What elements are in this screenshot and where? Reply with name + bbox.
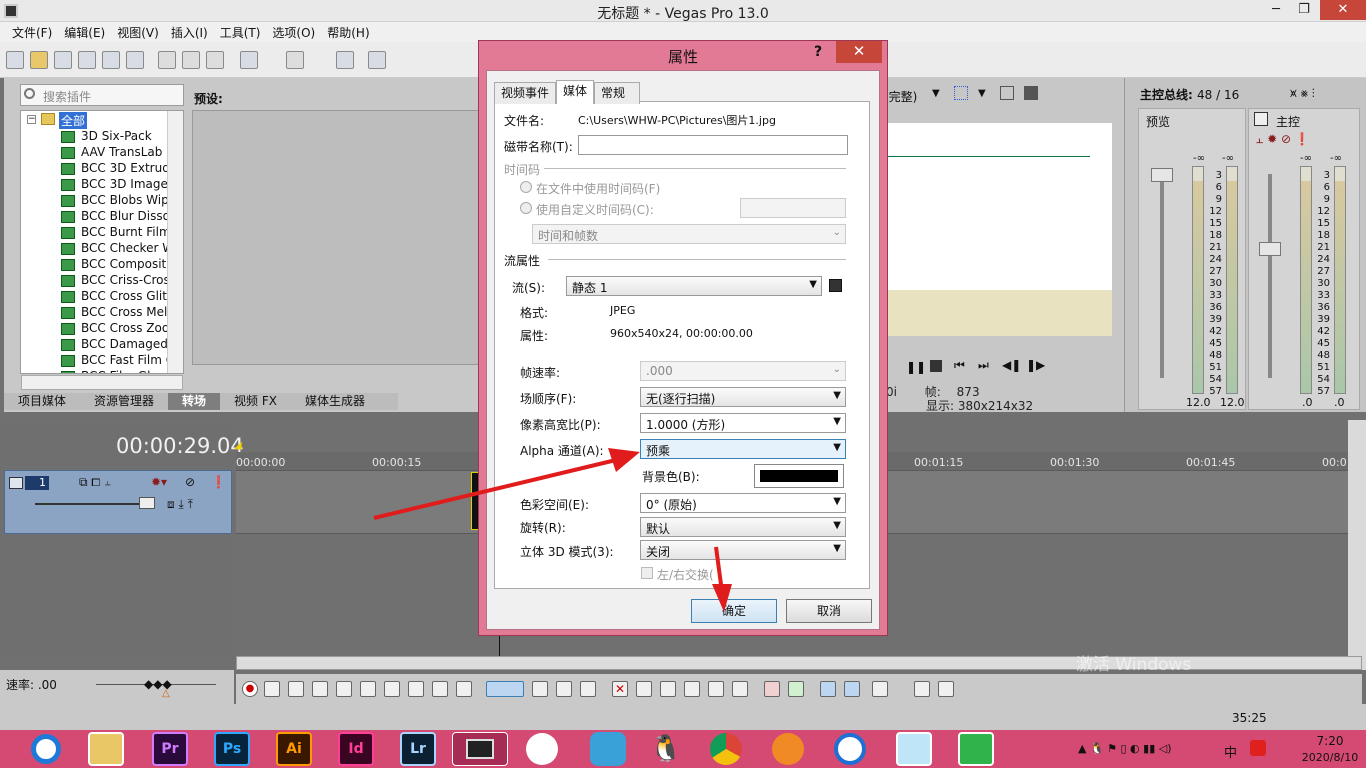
annotation-arrows (373, 448, 732, 612)
arrow-head-ok (712, 584, 732, 612)
arrow-head-alpha (608, 448, 640, 472)
tab-media[interactable]: 媒体 (556, 80, 595, 104)
arrow-to-alpha (373, 458, 617, 520)
